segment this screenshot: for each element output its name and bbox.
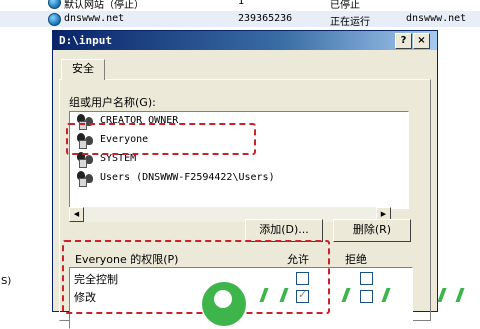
close-button[interactable]: ×	[413, 33, 430, 49]
scroll-up-icon[interactable]: ▲	[408, 112, 409, 127]
left-pane: S)	[0, 28, 50, 300]
allow-checkbox[interactable]	[296, 288, 309, 303]
title-bar[interactable]: D:\input ? ×	[53, 31, 437, 50]
permission-label: 修改	[74, 291, 96, 304]
user-name: SYSTEM	[100, 153, 137, 164]
deny-checkbox[interactable]	[360, 272, 373, 285]
globe-icon	[48, 13, 61, 26]
dialog-title: D:\input	[59, 34, 112, 47]
allow-checkbox[interactable]	[296, 272, 309, 285]
tab-security[interactable]: 安全	[61, 59, 105, 80]
list-item[interactable]: dnswww.net 239365236 正在运行 dnswww.net	[0, 11, 480, 28]
groups-label: 组或用户名称(G):	[69, 96, 156, 109]
site-name: 默认网站（停止）	[64, 0, 144, 11]
site-id: 1	[238, 0, 245, 7]
remove-button[interactable]: 删除(R)	[333, 219, 411, 242]
globe-icon	[48, 0, 61, 9]
vertical-scrollbar[interactable]: ▲ ▼	[408, 112, 409, 208]
add-button[interactable]: 添加(D)...	[245, 219, 323, 242]
site-id: 239365236	[238, 13, 293, 24]
users-group-icon	[76, 170, 96, 187]
users-group-icon	[76, 113, 96, 130]
user-name: Users (DNSWWW-F2594422\Users)	[100, 172, 275, 183]
site-host: dnswww.net	[406, 13, 467, 24]
users-group-icon	[76, 132, 96, 149]
list-item[interactable]: 默认网站（停止） 1 已停止	[0, 0, 480, 11]
deny-column-header: 拒绝	[345, 253, 367, 266]
permissions-header: Everyone 的权限(P)	[75, 253, 179, 266]
user-name: CREATOR OWNER	[100, 115, 179, 126]
allow-column-header: 允许	[287, 253, 309, 266]
help-button[interactable]: ?	[395, 33, 412, 49]
site-status: 正在运行	[330, 17, 370, 28]
user-name: Everyone	[100, 134, 149, 145]
site-name: dnswww.net	[64, 13, 125, 24]
watermark-logo	[202, 282, 246, 326]
users-group-icon	[76, 151, 96, 168]
scroll-left-icon[interactable]: ◀	[69, 207, 84, 222]
permission-label: 完全控制	[74, 273, 118, 286]
left-pane-text: S)	[1, 276, 12, 287]
site-status: 已停止	[330, 0, 360, 11]
scroll-down-icon[interactable]: ▼	[408, 193, 409, 208]
properties-dialog: D:\input ? × 安全 组或用户名称(G): CREATOR OWNER…	[52, 30, 438, 329]
deny-checkbox[interactable]	[360, 290, 373, 303]
users-listbox[interactable]: CREATOR OWNER Everyone SYSTEM Users (DNS…	[69, 111, 409, 209]
